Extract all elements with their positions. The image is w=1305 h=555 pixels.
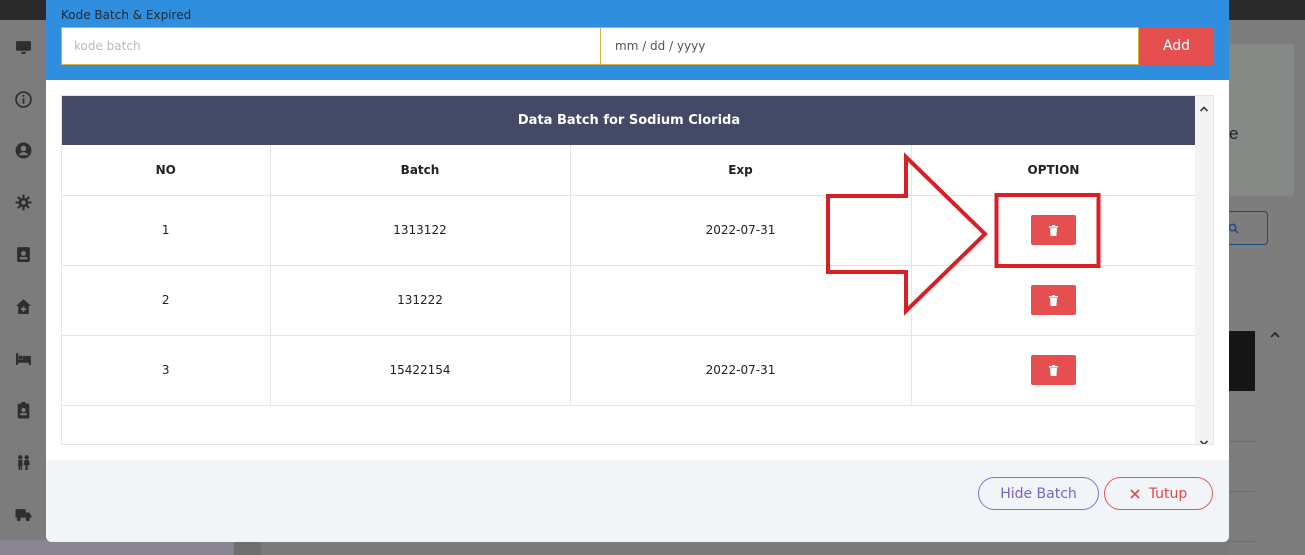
trash-icon xyxy=(1049,224,1058,236)
table-row: 2 131222 xyxy=(62,265,1197,336)
user-circle-icon[interactable] xyxy=(13,142,33,158)
delete-batch-button[interactable] xyxy=(1031,355,1076,385)
cell-no: 2 xyxy=(62,265,271,336)
search-icon xyxy=(1228,223,1239,234)
background-row-divider xyxy=(1229,541,1255,542)
batch-modal: Kode Batch & Expired mm / dd / yyyy Add … xyxy=(46,0,1229,542)
trash-icon xyxy=(1049,364,1058,376)
chevron-up-icon xyxy=(1270,331,1280,338)
background-row-divider xyxy=(1229,441,1255,442)
batch-form-panel: Kode Batch & Expired mm / dd / yyyy Add xyxy=(46,0,1229,80)
trash-icon xyxy=(1049,294,1058,306)
monitor-icon[interactable] xyxy=(13,39,33,55)
info-icon[interactable] xyxy=(13,90,33,108)
cell-exp: 2022-07-31 xyxy=(570,195,912,266)
truck-icon[interactable] xyxy=(13,506,33,522)
table-caption: Data Batch for Sodium Clorida xyxy=(62,96,1196,145)
cell-option xyxy=(911,335,1197,406)
batch-section-label: Kode Batch & Expired xyxy=(61,8,192,22)
expired-date-value: mm / dd / yyyy xyxy=(615,39,706,53)
delete-batch-button[interactable] xyxy=(1031,215,1076,245)
cell-batch: 131222 xyxy=(270,265,571,336)
batch-input-group: mm / dd / yyyy Add xyxy=(61,27,1214,65)
expired-date-input[interactable]: mm / dd / yyyy xyxy=(601,27,1139,65)
cell-no: 1 xyxy=(62,195,271,266)
cell-no: 3 xyxy=(62,335,271,406)
delete-batch-button[interactable] xyxy=(1031,285,1076,315)
table-row: 3 15422154 2022-07-31 xyxy=(62,335,1197,406)
scroll-up-button[interactable] xyxy=(1199,99,1209,112)
column-header-no: NO xyxy=(62,145,271,196)
table-scrollbar[interactable] xyxy=(1195,96,1213,444)
batch-table: Data Batch for Sodium Clorida NO Batch E… xyxy=(62,96,1197,406)
background-card xyxy=(1229,44,1294,196)
gear-icon[interactable] xyxy=(13,194,33,210)
cell-exp: 2022-07-31 xyxy=(570,335,912,406)
cell-option xyxy=(911,195,1197,266)
id-card-icon[interactable] xyxy=(13,246,33,262)
scroll-down-button[interactable] xyxy=(1199,433,1209,444)
background-strip xyxy=(234,540,261,555)
cell-batch: 15422154 xyxy=(270,335,571,406)
add-batch-button[interactable]: Add xyxy=(1139,27,1214,65)
bed-icon[interactable] xyxy=(13,350,33,366)
chevron-up-icon xyxy=(1199,106,1209,112)
cell-batch: 1313122 xyxy=(270,195,571,266)
cell-exp xyxy=(570,265,912,336)
sidebar xyxy=(0,20,46,555)
column-header-option: OPTION xyxy=(911,145,1197,196)
background-row-divider xyxy=(1229,491,1255,492)
batch-table-container: Data Batch for Sodium Clorida NO Batch E… xyxy=(61,95,1214,445)
modal-footer: Hide Batch Tutup xyxy=(46,460,1229,542)
background-card-text: e xyxy=(1229,124,1239,143)
column-header-batch: Batch xyxy=(270,145,571,196)
sidebar-footer xyxy=(0,540,234,555)
cell-option xyxy=(911,265,1197,336)
close-label: Tutup xyxy=(1148,485,1188,502)
background-table-header xyxy=(1229,331,1255,391)
close-icon xyxy=(1130,488,1140,499)
table-row: 1 1313122 2022-07-31 xyxy=(62,195,1197,266)
home-medical-icon[interactable] xyxy=(13,298,33,314)
batch-code-input[interactable] xyxy=(61,27,601,65)
column-header-exp: Exp xyxy=(570,145,912,196)
people-icon[interactable] xyxy=(13,454,33,470)
id-badge-icon[interactable] xyxy=(13,401,33,418)
close-button[interactable]: Tutup xyxy=(1104,477,1213,510)
chevron-down-icon xyxy=(1199,440,1209,444)
hide-batch-button[interactable]: Hide Batch xyxy=(978,477,1099,510)
